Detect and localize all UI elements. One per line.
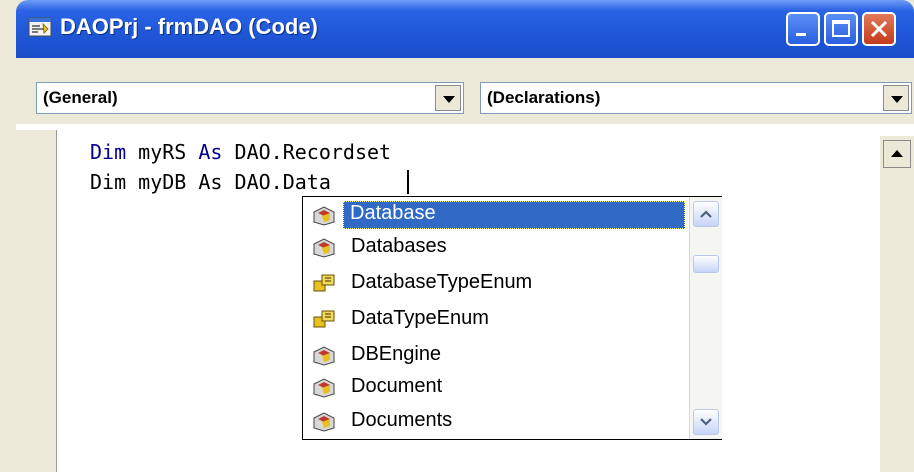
- editor-vertical-scrollbar[interactable]: [880, 136, 914, 472]
- list-item[interactable]: Database: [303, 199, 689, 231]
- list-item[interactable]: DataTypeEnum: [303, 303, 689, 335]
- keyword: As: [198, 140, 223, 164]
- procedure-combo-value: (Declarations): [487, 88, 601, 107]
- procedure-combo-dropdown-button[interactable]: [883, 85, 909, 111]
- class-icon: [313, 378, 335, 398]
- procedure-combo[interactable]: (Declarations): [480, 82, 912, 114]
- autocomplete-list[interactable]: Database Databases DatabaseTypeEnum Data…: [302, 196, 722, 440]
- text-caret: [407, 170, 409, 194]
- enum-icon: [313, 310, 335, 328]
- list-item-label: Document: [351, 375, 443, 397]
- margin-indicator-bar[interactable]: [16, 130, 57, 472]
- arrow-up-icon: [891, 150, 903, 157]
- list-item[interactable]: Databases: [303, 231, 689, 263]
- code-line-1[interactable]: Dim myRS As DAO.Recordset: [90, 140, 391, 164]
- maximize-button[interactable]: [824, 12, 858, 46]
- object-combo-dropdown-button[interactable]: [435, 85, 461, 111]
- list-item-label: DataTypeEnum: [351, 307, 489, 329]
- keyword: Dim: [90, 140, 127, 164]
- list-item[interactable]: DatabaseTypeEnum: [303, 267, 689, 299]
- list-item-label: DatabaseTypeEnum: [351, 271, 533, 293]
- list-item-label: Database: [343, 201, 685, 229]
- list-item[interactable]: Document: [303, 371, 689, 403]
- scroll-down-button[interactable]: [693, 409, 719, 435]
- list-item-label: Databases: [351, 235, 447, 257]
- keyword: Dim: [90, 170, 127, 194]
- maximize-icon: [832, 20, 850, 37]
- enum-icon: [313, 274, 335, 292]
- object-combo-value: (General): [43, 88, 118, 107]
- class-icon: [313, 346, 335, 366]
- identifier: myDB: [138, 170, 187, 194]
- minimize-icon: [796, 33, 806, 36]
- chevron-up-icon: [700, 210, 712, 218]
- class-icon: [313, 412, 335, 432]
- chevron-down-icon: [891, 96, 903, 103]
- code-line-2[interactable]: Dim myDB As DAO.Data: [90, 170, 331, 194]
- type-name: DAO.Recordset: [234, 140, 392, 164]
- keyword: As: [198, 170, 223, 194]
- type-name: DAO.Data: [234, 170, 331, 194]
- identifier: myRS: [138, 140, 187, 164]
- list-item[interactable]: DBEngine: [303, 339, 689, 371]
- title-bar[interactable]: DAOPrj - frmDAO (Code): [16, 0, 914, 58]
- chevron-down-icon: [700, 418, 712, 426]
- scroll-up-button[interactable]: [693, 201, 719, 227]
- minimize-button[interactable]: [786, 12, 820, 46]
- list-item[interactable]: Documents: [303, 405, 689, 437]
- chevron-down-icon: [443, 96, 455, 103]
- procedure-bar: (General) (Declarations): [16, 58, 914, 124]
- vb-code-window-icon: [28, 17, 52, 37]
- scroll-up-button[interactable]: [883, 140, 911, 168]
- autocomplete-scrollbar[interactable]: [689, 197, 722, 439]
- object-combo[interactable]: (General): [36, 82, 464, 114]
- class-icon: [313, 238, 335, 258]
- close-icon: [870, 20, 888, 38]
- class-icon: [313, 206, 335, 226]
- list-item-label: DBEngine: [351, 343, 442, 365]
- window-title: DAOPrj - frmDAO (Code): [60, 14, 318, 39]
- list-item-label: Documents: [351, 409, 453, 431]
- scroll-thumb[interactable]: [693, 255, 719, 273]
- close-button[interactable]: [862, 12, 896, 46]
- code-window: DAOPrj - frmDAO (Code) (General) (Declar…: [0, 0, 914, 472]
